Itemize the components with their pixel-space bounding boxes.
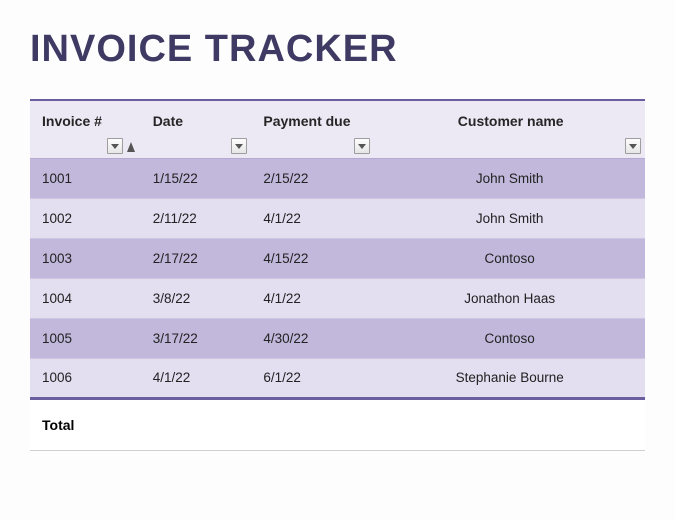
- cell-customer-name: Stephanie Bourne: [374, 358, 645, 398]
- footer-cell: [374, 398, 645, 450]
- filter-dropdown-icon[interactable]: [107, 138, 123, 154]
- cell-date: 4/1/22: [141, 358, 252, 398]
- cell-date: 3/8/22: [141, 278, 252, 318]
- filter-dropdown-icon[interactable]: [625, 138, 641, 154]
- table-row: 10032/17/224/15/22Contoso: [30, 238, 645, 278]
- cell-customer-name: Contoso: [374, 318, 645, 358]
- col-header-label: Invoice #: [42, 113, 102, 129]
- cell-invoice: 1004: [30, 278, 141, 318]
- cell-customer-name: John Smith: [374, 198, 645, 238]
- cell-date: 2/17/22: [141, 238, 252, 278]
- table-footer-row: Total: [30, 398, 645, 450]
- cell-payment-due: 4/15/22: [251, 238, 374, 278]
- cell-payment-due: 2/15/22: [251, 158, 374, 198]
- cell-customer-name: Jonathon Haas: [374, 278, 645, 318]
- cell-date: 2/11/22: [141, 198, 252, 238]
- cell-date: 3/17/22: [141, 318, 252, 358]
- cell-invoice: 1003: [30, 238, 141, 278]
- col-header-customer-name: Customer name: [374, 100, 645, 158]
- page-title: INVOICE TRACKER: [30, 28, 645, 71]
- footer-cell: [251, 398, 374, 450]
- filter-dropdown-icon[interactable]: [354, 138, 370, 154]
- table-row: 10064/1/226/1/22Stephanie Bourne: [30, 358, 645, 398]
- cell-customer-name: Contoso: [374, 238, 645, 278]
- table-header-row: Invoice # Date Payment due Customer name: [30, 100, 645, 158]
- cell-payment-due: 4/1/22: [251, 278, 374, 318]
- cell-invoice: 1006: [30, 358, 141, 398]
- table-row: 10011/15/222/15/22John Smith: [30, 158, 645, 198]
- cell-payment-due: 4/30/22: [251, 318, 374, 358]
- table-body: 10011/15/222/15/22John Smith10022/11/224…: [30, 158, 645, 398]
- col-header-label: Payment due: [263, 113, 350, 129]
- cell-invoice: 1001: [30, 158, 141, 198]
- cell-payment-due: 6/1/22: [251, 358, 374, 398]
- col-header-payment-due: Payment due: [251, 100, 374, 158]
- table-row: 10022/11/224/1/22John Smith: [30, 198, 645, 238]
- footer-cell: [141, 398, 252, 450]
- col-header-invoice: Invoice #: [30, 100, 141, 158]
- invoice-table: Invoice # Date Payment due Customer name…: [30, 99, 645, 451]
- cell-customer-name: John Smith: [374, 158, 645, 198]
- col-header-label: Customer name: [458, 113, 564, 129]
- col-header-label: Date: [153, 113, 183, 129]
- cell-payment-due: 4/1/22: [251, 198, 374, 238]
- table-row: 10053/17/224/30/22Contoso: [30, 318, 645, 358]
- col-header-date: Date: [141, 100, 252, 158]
- cell-invoice: 1005: [30, 318, 141, 358]
- filter-dropdown-icon[interactable]: [231, 138, 247, 154]
- sort-ascending-icon[interactable]: [125, 138, 137, 154]
- cell-invoice: 1002: [30, 198, 141, 238]
- footer-total-label: Total: [30, 398, 141, 450]
- table-row: 10043/8/224/1/22Jonathon Haas: [30, 278, 645, 318]
- cell-date: 1/15/22: [141, 158, 252, 198]
